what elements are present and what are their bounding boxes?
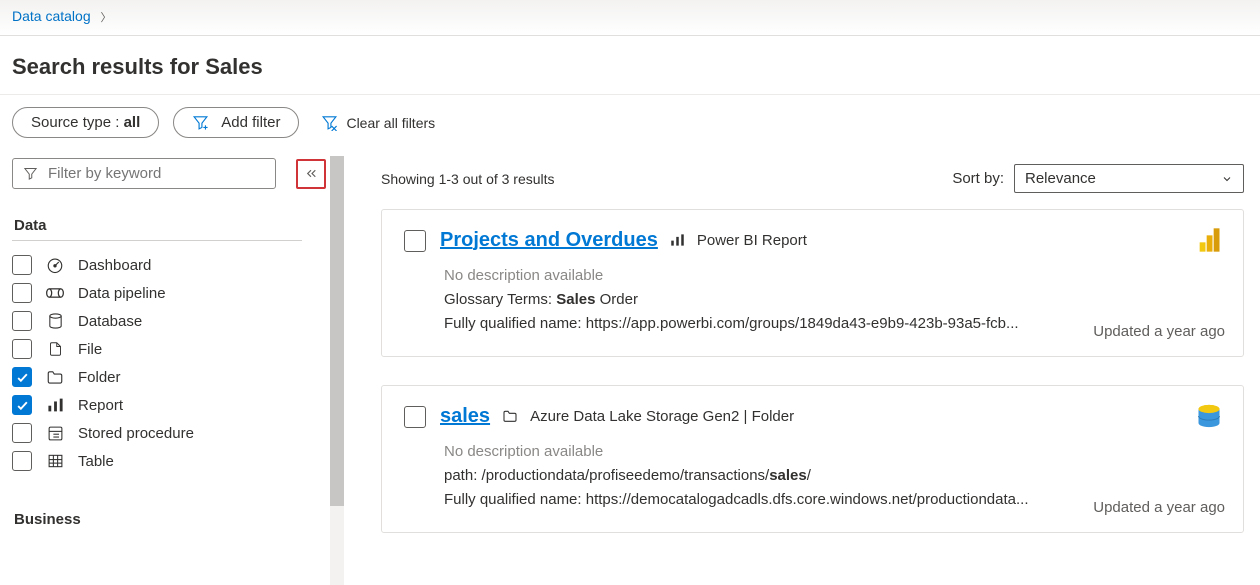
sort-by-label: Sort by: bbox=[952, 170, 1004, 187]
checkbox[interactable] bbox=[12, 283, 32, 303]
checkbox[interactable] bbox=[12, 423, 32, 443]
filter-clear-icon bbox=[321, 114, 338, 131]
filter-item-label: Data pipeline bbox=[78, 285, 166, 302]
filter-item-label: Table bbox=[78, 453, 114, 470]
result-card[interactable]: Projects and Overdues Power BI Report No… bbox=[381, 209, 1244, 357]
pill-label: Source type : all bbox=[31, 114, 140, 131]
filter-section-title: Data bbox=[14, 217, 344, 234]
filter-item-label: Stored procedure bbox=[78, 425, 194, 442]
glossary-terms: Glossary Terms: Sales Order bbox=[444, 288, 1221, 312]
filter-section-title: Business bbox=[14, 511, 344, 528]
breadcrumb-link[interactable]: Data catalog bbox=[12, 8, 91, 24]
result-type-label: Azure Data Lake Storage Gen2 | Folder bbox=[530, 408, 794, 425]
database-icon bbox=[44, 312, 66, 330]
report-icon bbox=[44, 397, 66, 413]
add-filter-button[interactable]: Add filter bbox=[173, 107, 299, 138]
checkbox[interactable] bbox=[12, 367, 32, 387]
checkbox[interactable] bbox=[12, 255, 32, 275]
filter-item-database[interactable]: Database bbox=[12, 307, 344, 335]
filter-item-report[interactable]: Report bbox=[12, 391, 344, 419]
divider bbox=[12, 240, 302, 241]
scrollbar-track[interactable] bbox=[330, 156, 344, 585]
gauge-icon bbox=[44, 256, 66, 274]
breadcrumb: Data catalog 〉 bbox=[0, 0, 1260, 36]
checkbox[interactable] bbox=[12, 339, 32, 359]
table-icon bbox=[44, 453, 66, 469]
checkbox[interactable] bbox=[12, 311, 32, 331]
checkbox[interactable] bbox=[12, 451, 32, 471]
filter-item-folder[interactable]: Folder bbox=[12, 363, 344, 391]
add-filter-label: Add filter bbox=[221, 114, 280, 131]
source-type-pill[interactable]: Source type : all bbox=[12, 107, 159, 138]
scrollbar-thumb[interactable] bbox=[330, 156, 344, 506]
folder-icon bbox=[44, 369, 66, 385]
report-icon bbox=[670, 233, 685, 247]
powerbi-icon bbox=[1195, 226, 1225, 256]
updated-timestamp: Updated a year ago bbox=[1093, 499, 1225, 516]
filter-item-data-pipeline[interactable]: Data pipeline bbox=[12, 279, 344, 307]
clear-filters-button[interactable]: Clear all filters bbox=[313, 108, 443, 137]
no-description: No description available bbox=[444, 264, 1221, 288]
filter-item-label: Database bbox=[78, 313, 142, 330]
folder-icon bbox=[502, 409, 518, 423]
result-checkbox[interactable] bbox=[404, 406, 426, 428]
adls-icon bbox=[1195, 402, 1225, 432]
file-icon bbox=[44, 340, 66, 358]
chevron-double-left-icon bbox=[305, 167, 318, 180]
page-title: Search results for Sales bbox=[0, 36, 1260, 95]
updated-timestamp: Updated a year ago bbox=[1093, 323, 1225, 340]
sort-value: Relevance bbox=[1025, 170, 1096, 187]
no-description: No description available bbox=[444, 440, 1221, 464]
result-checkbox[interactable] bbox=[404, 230, 426, 252]
sort-select[interactable]: Relevance bbox=[1014, 164, 1244, 193]
filter-item-label: Dashboard bbox=[78, 257, 151, 274]
filter-add-icon bbox=[192, 114, 209, 131]
filter-item-stored-procedure[interactable]: Stored procedure bbox=[12, 419, 344, 447]
result-title-link[interactable]: Projects and Overdues bbox=[440, 229, 658, 252]
filter-bar: Source type : all Add filter Clear all f… bbox=[0, 95, 1260, 156]
filter-item-label: Report bbox=[78, 397, 123, 414]
result-card[interactable]: sales Azure Data Lake Storage Gen2 | Fol… bbox=[381, 385, 1244, 533]
path: path: /productiondata/profiseedemo/trans… bbox=[444, 464, 1221, 488]
results-panel: Showing 1-3 out of 3 results Sort by: Re… bbox=[344, 156, 1260, 585]
filter-item-file[interactable]: File bbox=[12, 335, 344, 363]
checkbox[interactable] bbox=[12, 395, 32, 415]
chevron-right-icon: 〉 bbox=[101, 12, 112, 24]
filter-keyword-input[interactable] bbox=[48, 165, 265, 182]
filter-sidebar: Data Dashboard Data pipeline Database bbox=[0, 156, 344, 585]
pipeline-icon bbox=[44, 286, 66, 300]
result-title-link[interactable]: sales bbox=[440, 405, 490, 428]
filter-item-dashboard[interactable]: Dashboard bbox=[12, 251, 344, 279]
clear-filters-label: Clear all filters bbox=[346, 115, 435, 131]
stored-procedure-icon bbox=[44, 425, 66, 442]
filter-keyword-input-wrap[interactable] bbox=[12, 158, 276, 189]
funnel-icon bbox=[23, 166, 38, 181]
result-type-label: Power BI Report bbox=[697, 232, 807, 249]
results-summary: Showing 1-3 out of 3 results bbox=[381, 171, 555, 187]
chevron-down-icon bbox=[1221, 173, 1233, 185]
filter-item-label: Folder bbox=[78, 369, 121, 386]
filter-item-label: File bbox=[78, 341, 102, 358]
filter-item-table[interactable]: Table bbox=[12, 447, 344, 475]
collapse-sidebar-button[interactable] bbox=[296, 159, 326, 189]
